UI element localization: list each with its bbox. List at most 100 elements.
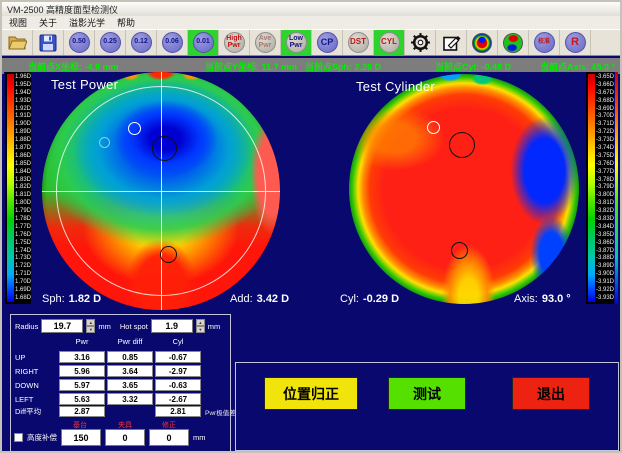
table-cell-pwr: 5.96 xyxy=(59,365,105,377)
col-header-pwr: Pwr xyxy=(59,337,105,349)
cylinder-scale-tick: -3.72D xyxy=(596,129,614,136)
exit-button[interactable]: 退出 xyxy=(512,377,590,410)
radius-stepper[interactable]: ▲▼ xyxy=(86,319,95,333)
step-button-0-06[interactable]: 0.06 xyxy=(157,30,188,55)
calibrate-button[interactable]: 校准 xyxy=(529,30,560,55)
cylinder-scale-tick: -3.79D xyxy=(596,184,614,191)
cylinder-color-scale: -3.65D-3.66D-3.67D-3.68D-3.69D-3.70D-3.7… xyxy=(586,72,614,304)
cp-button[interactable]: CP xyxy=(312,30,343,55)
power-map[interactable] xyxy=(42,72,280,310)
measurement-panel: Radius ▲▼ mm Hot spot ▲▼ mm Pwr Pwr diff… xyxy=(10,314,231,452)
high-pwr-button[interactable]: High Pwr xyxy=(219,30,250,55)
action-panel: 位置归正 测试 退出 xyxy=(235,362,619,451)
hotspot-unit: mm xyxy=(208,322,221,331)
cylinder-scale-tick: -3.84D xyxy=(596,224,614,231)
power-scale-tick: 1.87D xyxy=(15,145,31,152)
cylinder-scale-tick: -3.67D xyxy=(596,90,614,97)
cylinder-scale-tick: -3.66D xyxy=(596,82,614,89)
menu-company[interactable]: 溢影光学 xyxy=(69,16,105,29)
height-comp-correction-input[interactable] xyxy=(149,429,189,446)
hotspot-stepper[interactable]: ▲▼ xyxy=(196,319,205,333)
cylinder-scale-tick: -3.81D xyxy=(596,200,614,207)
power-marker-white xyxy=(128,122,141,135)
cyl-marker-black-large xyxy=(449,132,475,158)
cylinder-scale-tick: -3.87D xyxy=(596,248,614,255)
cylinder-scale-tick: -3.73D xyxy=(596,137,614,144)
save-icon xyxy=(39,34,57,52)
power-scale-tick: 1.80D xyxy=(15,200,31,207)
cylinder-scale-tick: -3.80D xyxy=(596,192,614,199)
dst-button[interactable]: DST xyxy=(343,30,374,55)
table-cell-cyl: -0.63 xyxy=(155,379,201,391)
power-scale-tick: 1.84D xyxy=(15,169,31,176)
table-cell-pwr-diff: 0.85 xyxy=(107,351,153,363)
edit-button[interactable] xyxy=(436,30,467,55)
power-marker-black-small xyxy=(160,246,177,263)
settings-button[interactable] xyxy=(405,30,436,55)
colormap-power-button[interactable] xyxy=(467,30,498,55)
cylinder-scale-tick: -3.68D xyxy=(596,98,614,105)
ave-pwr-button[interactable]: Ave Pwr xyxy=(250,30,281,55)
cylinder-scale-tick: -3.86D xyxy=(596,240,614,247)
cylinder-scale-tick: -3.78D xyxy=(596,177,614,184)
cylinder-map[interactable] xyxy=(349,74,579,304)
table-row-label: LEFT xyxy=(15,393,57,405)
cyl-button[interactable]: CYL xyxy=(374,30,405,55)
table-cell-pwr-diff: 3.65 xyxy=(107,379,153,391)
power-scale-tick: 1.89D xyxy=(15,129,31,136)
power-scale-tick: 1.77D xyxy=(15,224,31,231)
radius-hotspot-row: Radius ▲▼ mm Hot spot ▲▼ mm xyxy=(15,319,220,333)
colormap-power-icon xyxy=(472,33,492,53)
step-0-12-label: 0.12 xyxy=(131,32,152,53)
power-scale-tick: 1.96D xyxy=(15,74,31,81)
title-bar: VM-2500 高精度面型检测仪 xyxy=(2,2,620,16)
cylinder-scale-tick: -3.71D xyxy=(596,121,614,128)
power-inner-ring xyxy=(56,86,266,296)
height-comp-fixture-input[interactable] xyxy=(105,429,145,446)
power-scale-tick: 1.75D xyxy=(15,240,31,247)
radius-up-arrow: ▲ xyxy=(86,319,95,326)
col-header-pwr-diff: Pwr diff xyxy=(107,337,153,349)
hotspot-down-arrow: ▼ xyxy=(196,326,205,333)
step-button-0-01[interactable]: 0.01 xyxy=(188,30,219,55)
step-button-0-50[interactable]: 0.50 xyxy=(64,30,95,55)
reset-button[interactable]: R xyxy=(560,30,591,55)
step-button-0-12[interactable]: 0.12 xyxy=(126,30,157,55)
save-button[interactable] xyxy=(33,30,64,55)
low-pwr-label: Low Pwr xyxy=(286,32,307,53)
height-comp-checkbox[interactable] xyxy=(14,433,23,442)
folder-icon xyxy=(7,34,27,51)
colormap-cyl-button[interactable] xyxy=(498,30,529,55)
cylinder-scale-tick: -3.69D xyxy=(596,106,614,113)
cyl-readout: Cyl:-0.29 D xyxy=(340,293,399,305)
table-cell-cyl: -2.67 xyxy=(155,393,201,405)
power-marker-black-large xyxy=(152,136,177,161)
window-title: VM-2500 高精度面型检测仪 xyxy=(7,3,118,16)
power-scale-tick: 1.95D xyxy=(15,82,31,89)
cylinder-scale-tick: -3.70D xyxy=(596,113,614,120)
table-cell-pwr-diff: 3.32 xyxy=(107,393,153,405)
table-cell-pwr: 3.16 xyxy=(59,351,105,363)
low-pwr-button[interactable]: Low Pwr xyxy=(281,30,312,55)
radius-input[interactable] xyxy=(41,319,83,333)
test-button[interactable]: 测试 xyxy=(388,377,466,410)
open-button[interactable] xyxy=(2,30,33,55)
pwr-extreme-diff-label: Pwr极值差 xyxy=(205,407,236,417)
menu-help[interactable]: 帮助 xyxy=(117,16,135,29)
height-comp-base-input[interactable] xyxy=(61,429,101,446)
step-button-0-25[interactable]: 0.25 xyxy=(95,30,126,55)
cylinder-scale-gradient xyxy=(588,74,595,302)
result-readouts: Sph:1.82 D Add:3.42 D Cyl:-0.29 D Axis:9… xyxy=(4,293,618,308)
radius-label: Radius xyxy=(15,322,38,331)
diff-average-label: Diff平均 xyxy=(15,406,57,417)
position-align-button[interactable]: 位置归正 xyxy=(264,377,358,410)
cylinder-map-title: Test Cylinder xyxy=(356,79,435,94)
power-scale-tick: 1.74D xyxy=(15,248,31,255)
height-comp-label: 高度补偿 xyxy=(27,432,57,443)
menu-about[interactable]: 关于 xyxy=(39,16,57,29)
hotspot-input[interactable] xyxy=(151,319,193,333)
power-scale-tick: 1.73D xyxy=(15,255,31,262)
table-row-label: RIGHT xyxy=(15,365,57,377)
cylinder-scale-tick: -3.89D xyxy=(596,263,614,270)
menu-view[interactable]: 视图 xyxy=(9,16,27,29)
